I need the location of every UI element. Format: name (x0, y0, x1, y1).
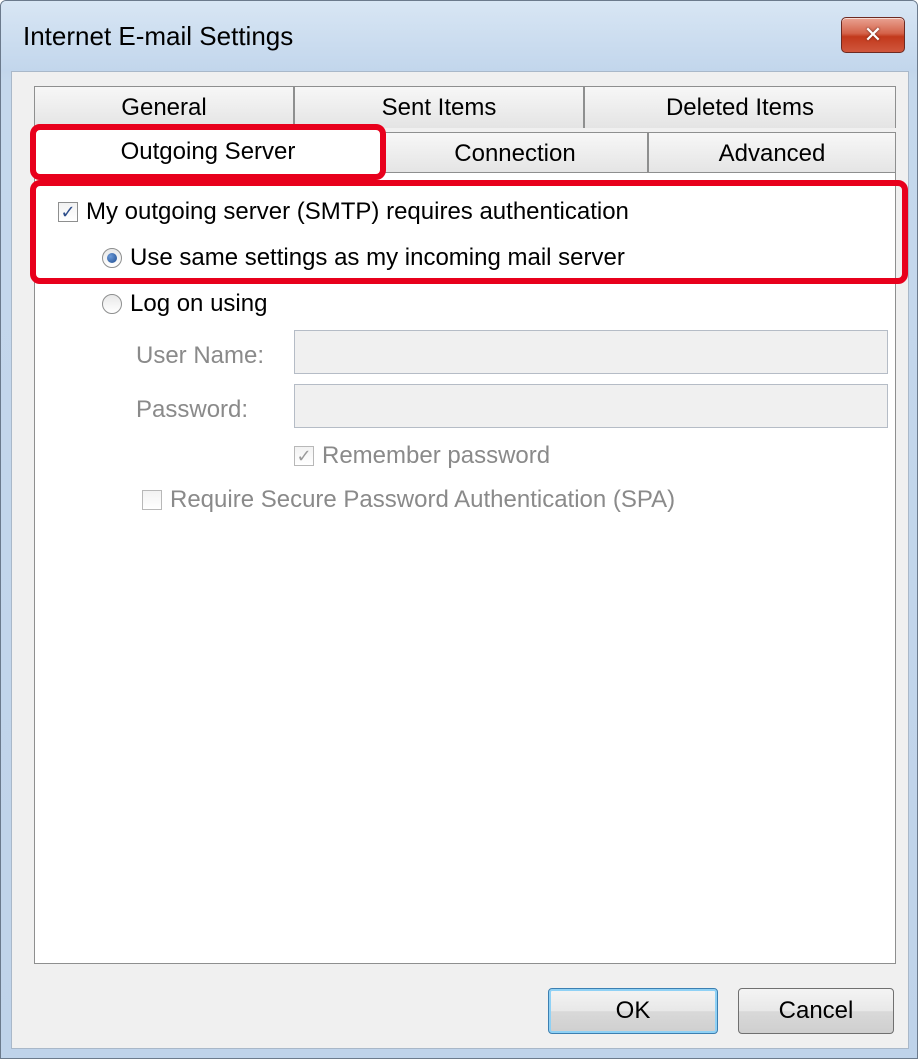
tab-general[interactable]: General (34, 86, 294, 128)
tab-sent-items[interactable]: Sent Items (294, 86, 584, 128)
tab-deleted-items[interactable]: Deleted Items (584, 86, 896, 128)
remember-password-checkbox[interactable]: ✓ Remember password (294, 442, 550, 470)
tab-advanced-label: Advanced (718, 139, 826, 167)
password-field[interactable] (294, 384, 888, 428)
spa-checkbox[interactable]: Require Secure Password Authentication (… (142, 486, 675, 514)
tab-connection[interactable]: Connection (382, 132, 648, 174)
password-label: Password: (136, 396, 249, 423)
spa-label: Require Secure Password Authentication (… (170, 486, 676, 513)
radio-selected-icon (102, 248, 122, 268)
cancel-button[interactable]: Cancel (738, 988, 894, 1034)
tab-deleted-items-label: Deleted Items (665, 93, 815, 121)
tab-advanced[interactable]: Advanced (648, 132, 896, 174)
close-button[interactable]: ✕ (841, 17, 905, 53)
title-bar[interactable]: Internet E-mail Settings ✕ (1, 1, 917, 71)
ok-button[interactable]: OK (548, 988, 718, 1034)
tab-outgoing-server[interactable]: Outgoing Server (34, 128, 382, 174)
log-on-using-radio[interactable]: Log on using (102, 290, 267, 318)
check-icon: ✓ (58, 202, 78, 222)
dialog-window: Internet E-mail Settings ✕ General Sent … (0, 0, 918, 1059)
close-icon: ✕ (863, 22, 883, 47)
window-title: Internet E-mail Settings (23, 21, 294, 51)
tab-general-label: General (121, 93, 207, 121)
user-name-label: User Name: (136, 342, 265, 369)
user-name-field[interactable] (294, 330, 888, 374)
tab-connection-label: Connection (454, 139, 576, 167)
radio-unselected-icon (102, 294, 122, 314)
checkbox-empty-icon (142, 490, 162, 510)
log-on-using-label: Log on using (130, 290, 268, 317)
smtp-auth-checkbox[interactable]: ✓ My outgoing server (SMTP) requires aut… (58, 198, 629, 226)
smtp-auth-label: My outgoing server (SMTP) requires authe… (86, 198, 629, 225)
remember-password-label: Remember password (322, 442, 551, 469)
tab-outgoing-server-label: Outgoing Server (120, 137, 296, 165)
dialog-client-area: General Sent Items Deleted Items Outgoin… (11, 71, 909, 1049)
same-settings-label: Use same settings as my incoming mail se… (130, 244, 625, 271)
check-icon: ✓ (294, 446, 314, 466)
same-settings-radio[interactable]: Use same settings as my incoming mail se… (102, 244, 625, 272)
tab-sent-items-label: Sent Items (381, 93, 497, 121)
